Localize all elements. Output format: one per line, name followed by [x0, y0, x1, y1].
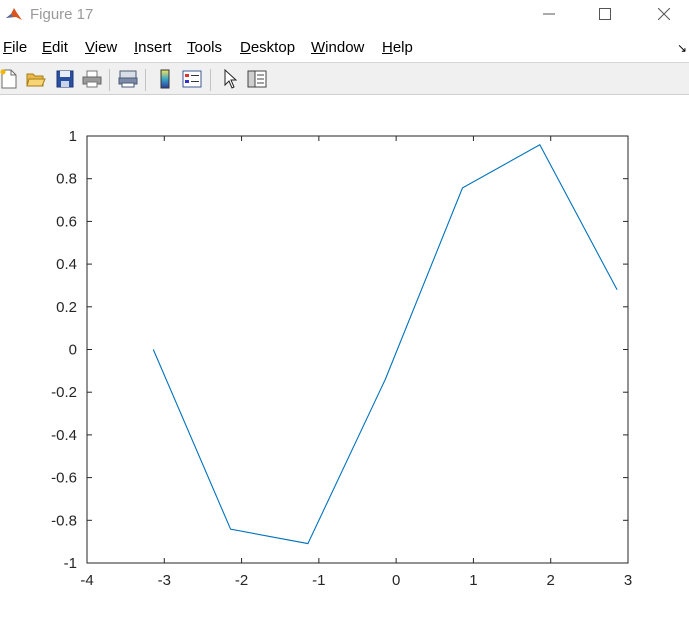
line-chart[interactable]: -4 -3 -2 -1 0 1 2 3 1 0.8 0.6 0.4 0.2 0 -0.2 -0.4 -0.6 -…: [0, 96, 689, 612]
menu-edit[interactable]: Edit: [42, 39, 68, 56]
toolbar-separator: [145, 69, 146, 91]
minimize-icon: [543, 13, 555, 15]
print-icon: [82, 70, 102, 88]
y-tick-label: -0.2: [51, 384, 77, 401]
y-tick-label: 1: [69, 128, 77, 145]
toolbar-separator: [109, 69, 110, 91]
save-button[interactable]: [54, 68, 76, 90]
open-file-icon: [26, 73, 46, 87]
open-file-button[interactable]: [25, 68, 47, 90]
new-figure-button[interactable]: [0, 68, 20, 90]
property-inspector-icon: [247, 70, 267, 88]
legend-button[interactable]: [181, 68, 203, 90]
toolbar-separator: [210, 69, 211, 91]
maximize-icon: [599, 8, 611, 20]
axes-box: [86, 135, 629, 564]
menu-file[interactable]: File: [3, 39, 27, 56]
pointer-button[interactable]: [219, 68, 241, 90]
save-icon: [56, 70, 74, 88]
y-tick-label: -1: [64, 555, 77, 572]
x-tick-label: -4: [80, 572, 93, 589]
title-bar: Figure 17: [0, 0, 689, 30]
menu-tools[interactable]: Tools: [187, 39, 222, 56]
x-tick-label: 1: [469, 572, 477, 589]
menu-view[interactable]: View: [85, 39, 117, 56]
legend-icon: [182, 70, 202, 88]
colorbar-button[interactable]: [154, 68, 176, 90]
x-tick-label: -3: [158, 572, 171, 589]
property-inspector-button[interactable]: [246, 68, 268, 90]
y-tick-label: -0.8: [51, 512, 77, 529]
minimize-button[interactable]: [526, 2, 572, 26]
plot-area: -4 -3 -2 -1 0 1 2 3 1 0.8 0.6 0.4 0.2 0 -0.2 -0.4 -0.6 -…: [0, 96, 689, 612]
x-tick-label: 2: [547, 572, 555, 589]
y-tick-label: 0.8: [56, 171, 77, 188]
close-icon: [658, 8, 670, 20]
y-tick-label: -0.6: [51, 470, 77, 487]
menu-insert[interactable]: Insert: [134, 39, 172, 56]
y-tick-label: 0.4: [56, 256, 77, 273]
maximize-button[interactable]: [582, 2, 628, 26]
y-tick-label: 0.2: [56, 299, 77, 316]
x-tick-label: 0: [392, 572, 400, 589]
close-button[interactable]: [641, 2, 687, 26]
toolbar: [0, 62, 689, 95]
menu-desktop[interactable]: Desktop: [240, 39, 295, 56]
print-button[interactable]: [81, 68, 103, 90]
link-plot-button[interactable]: [117, 68, 139, 90]
dock-arrow-icon[interactable]: ↘: [677, 41, 687, 55]
new-figure-icon: [0, 69, 17, 89]
y-tick-label: -0.4: [51, 427, 77, 444]
link-plot-icon: [118, 70, 138, 88]
x-tick-label: -2: [235, 572, 248, 589]
menu-window[interactable]: Window: [311, 39, 364, 56]
pointer-icon: [224, 69, 237, 89]
matlab-logo-icon: [5, 5, 23, 23]
y-tick-label: 0: [69, 342, 77, 359]
menu-bar: File Edit View Insert Tools Desktop Wind…: [0, 37, 689, 59]
colorbar-icon: [160, 69, 170, 89]
x-tick-label: 3: [624, 572, 632, 589]
y-tick-label: 0.6: [56, 213, 77, 230]
menu-help[interactable]: Help: [382, 39, 413, 56]
window-title: Figure 17: [30, 6, 94, 23]
x-tick-label: -1: [312, 572, 325, 589]
